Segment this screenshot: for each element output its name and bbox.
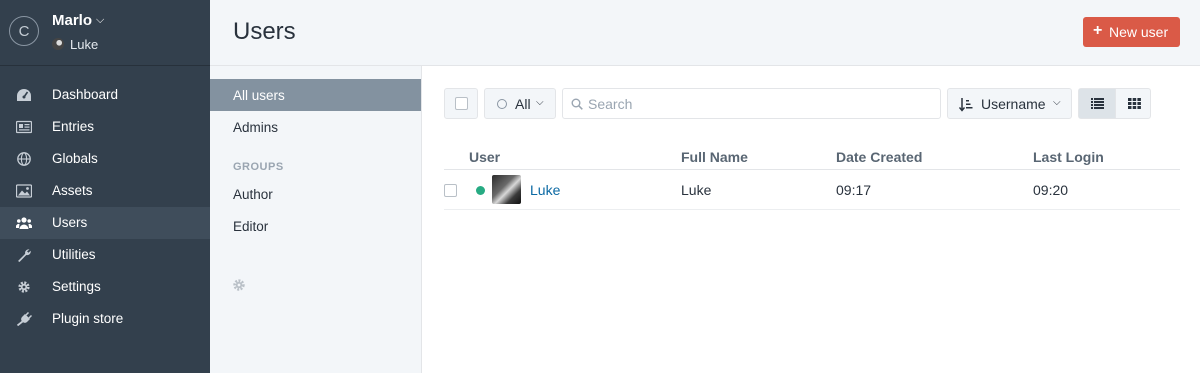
new-user-label: New user — [1109, 24, 1169, 40]
sort-menu[interactable]: Username ⌵ — [947, 88, 1072, 119]
users-table: User Full Name Date Created Last Login L… — [444, 148, 1180, 210]
sort-label: Username — [981, 96, 1046, 112]
page-header: Users + New user — [210, 0, 1200, 66]
source-group-editor[interactable]: Editor — [210, 210, 421, 242]
source-label: Editor — [233, 219, 269, 234]
nav-label: Users — [52, 215, 88, 230]
nav-item-entries[interactable]: Entries — [0, 111, 210, 143]
column-header-full-name[interactable]: Full Name — [681, 149, 748, 165]
thumbnail-view-button[interactable] — [1115, 89, 1151, 118]
table-row[interactable]: Luke Luke 09:17 09:20 — [444, 170, 1180, 210]
avatar — [52, 38, 64, 50]
checkbox-box — [455, 97, 468, 110]
status-circle-icon — [497, 99, 507, 109]
nav-label: Utilities — [52, 247, 96, 262]
gauge-icon — [17, 89, 31, 101]
source-all-users[interactable]: All users — [210, 79, 421, 111]
select-all-checkbox[interactable] — [444, 88, 478, 119]
nav-item-assets[interactable]: Assets — [0, 175, 210, 207]
view-mode-toggle — [1078, 88, 1151, 119]
column-header-user[interactable]: User — [469, 149, 500, 165]
table-header: User Full Name Date Created Last Login — [444, 148, 1180, 170]
status-filter-menu[interactable]: All ⌵ — [484, 88, 556, 119]
globe-icon — [17, 152, 31, 166]
search-input[interactable] — [588, 93, 928, 115]
chevron-down-icon: ⌵ — [1053, 97, 1061, 108]
new-user-button[interactable]: + New user — [1083, 17, 1180, 47]
source-label: Author — [233, 187, 273, 202]
nav-item-dashboard[interactable]: Dashboard — [0, 79, 210, 111]
source-admins[interactable]: Admins — [210, 111, 421, 143]
sort-icon — [959, 98, 973, 112]
users-icon — [16, 217, 32, 229]
nav-item-utilities[interactable]: Utilities — [0, 239, 210, 271]
image-icon — [16, 184, 32, 198]
column-header-last-login[interactable]: Last Login — [1033, 149, 1104, 165]
user-link[interactable]: Luke — [530, 182, 560, 198]
status-filter-label: All — [515, 96, 531, 112]
avatar — [492, 175, 521, 204]
gear-icon[interactable] — [232, 278, 246, 292]
list-icon — [1091, 98, 1104, 109]
table-view-button[interactable] — [1079, 89, 1115, 118]
current-user-name: Luke — [70, 37, 99, 52]
nav-item-settings[interactable]: Settings — [0, 271, 210, 303]
chevron-down-icon[interactable]: ⌵ — [96, 14, 104, 27]
groups-heading: GROUPS — [233, 161, 284, 173]
status-badge — [476, 186, 485, 195]
nav-item-plugin-store[interactable]: Plugin store — [0, 303, 210, 335]
nav-label: Assets — [52, 183, 93, 198]
source-group-author[interactable]: Author — [210, 178, 421, 210]
site-logo-letter: C — [18, 23, 30, 40]
column-header-date-created[interactable]: Date Created — [836, 149, 922, 165]
site-switcher[interactable]: C Marlo ⌵ Luke — [0, 0, 210, 66]
cell-full-name: Luke — [681, 182, 712, 198]
wrench-icon — [18, 249, 31, 262]
cell-date-created: 09:17 — [836, 182, 872, 198]
site-logo: C — [9, 16, 39, 46]
grid-icon — [1128, 98, 1141, 109]
search-field[interactable] — [562, 88, 941, 119]
page-title: Users — [233, 18, 296, 45]
nav-item-globals[interactable]: Globals — [0, 143, 210, 175]
search-icon — [571, 98, 583, 110]
plug-icon — [16, 312, 32, 326]
main-content: All ⌵ Username ⌵ User Full Name Date Cre… — [422, 66, 1200, 373]
nav-label: Dashboard — [52, 87, 119, 102]
source-sidebar: All users Admins GROUPS Author Editor — [210, 66, 422, 373]
chevron-down-icon: ⌵ — [536, 97, 544, 108]
site-name[interactable]: Marlo — [52, 12, 92, 29]
global-sidebar: C Marlo ⌵ Luke Dashboard Entries Globals… — [0, 0, 210, 373]
nav-label: Globals — [52, 151, 98, 166]
nav-item-users[interactable]: Users — [0, 207, 210, 239]
source-label: All users — [233, 88, 285, 103]
nav-label: Settings — [52, 279, 101, 294]
plus-icon: + — [1093, 22, 1103, 39]
cell-last-login: 09:20 — [1033, 182, 1069, 198]
newspaper-icon — [16, 120, 32, 134]
row-checkbox[interactable] — [444, 184, 457, 197]
source-label: Admins — [233, 120, 279, 135]
main-nav: Dashboard Entries Globals Assets Users U… — [0, 79, 210, 335]
gear-icon — [18, 281, 30, 293]
nav-label: Plugin store — [52, 311, 124, 326]
nav-label: Entries — [52, 119, 95, 134]
